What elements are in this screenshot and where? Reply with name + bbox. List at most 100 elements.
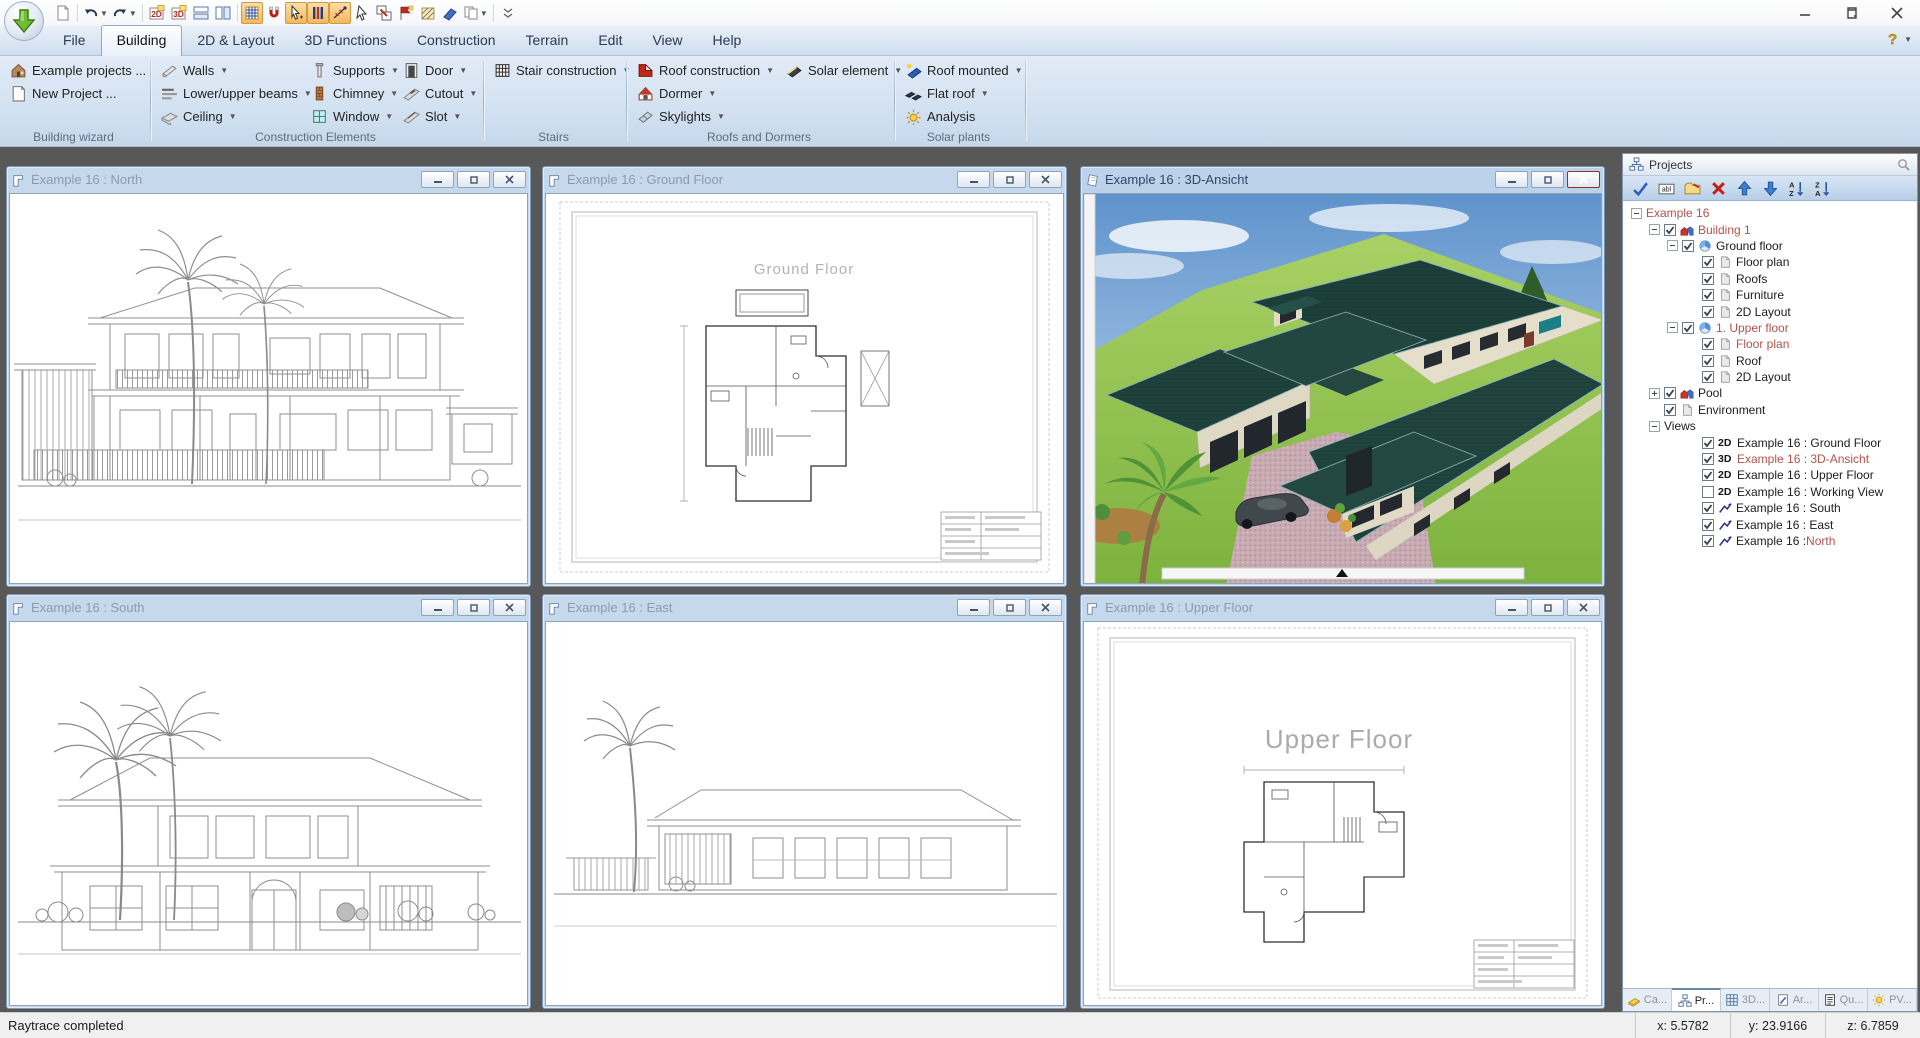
window-ground-floor-titlebar[interactable]: Example 16 : Ground Floor: [543, 167, 1066, 192]
tree-item-example-16-3d-ansicht[interactable]: 3DExample 16 : 3D-Ansicht: [1629, 451, 1916, 467]
ribbon-item-example-projects[interactable]: Example projects ...: [7, 59, 145, 82]
minimize-button[interactable]: [1495, 599, 1528, 616]
panel-tab-ca[interactable]: Ca...: [1623, 989, 1672, 1011]
copy-button[interactable]: ▼: [461, 2, 490, 24]
window-ground-floor[interactable]: Example 16 : Ground Floor Ground Floor: [542, 166, 1067, 587]
roof-slope-button[interactable]: [439, 2, 461, 24]
window-east-titlebar[interactable]: Example 16 : East: [543, 595, 1066, 620]
elevation-drawing-north[interactable]: [9, 193, 528, 584]
render-3d-view[interactable]: [1083, 193, 1602, 584]
snap-button[interactable]: [263, 2, 285, 24]
ribbon-item-skylights[interactable]: Skylights▼: [634, 105, 783, 128]
delete-button[interactable]: [1709, 179, 1727, 197]
tree-item-floor-plan[interactable]: Floor plan: [1629, 254, 1916, 270]
magnifier-icon[interactable]: [1896, 157, 1911, 172]
plan-sheet-ground-floor[interactable]: Ground Floor: [545, 193, 1064, 584]
window-upper-floor-titlebar[interactable]: Example 16 : Upper Floor: [1081, 595, 1604, 620]
minimize-button[interactable]: [1495, 171, 1528, 188]
checkbox[interactable]: [1664, 387, 1676, 399]
tree-item-furniture[interactable]: Furniture: [1629, 287, 1916, 303]
hatch-button[interactable]: [417, 2, 439, 24]
window-south-titlebar[interactable]: Example 16 : South: [7, 595, 530, 620]
checkbox[interactable]: [1682, 322, 1694, 334]
restore-button[interactable]: [457, 599, 490, 616]
toolbar-overflow-button[interactable]: [497, 2, 519, 24]
collapse-icon[interactable]: [1667, 322, 1678, 333]
tab-construction[interactable]: Construction: [402, 26, 511, 55]
checkbox[interactable]: [1664, 224, 1676, 236]
collapse-icon[interactable]: [1649, 224, 1660, 235]
restore-button[interactable]: [993, 599, 1026, 616]
tree-item-2d-layout[interactable]: 2D Layout: [1629, 303, 1916, 319]
checkbox[interactable]: [1702, 306, 1714, 318]
restore-button[interactable]: [993, 171, 1026, 188]
checkbox[interactable]: [1702, 486, 1714, 498]
2d-view-button[interactable]: 2D: [146, 2, 168, 24]
checkbox[interactable]: [1702, 289, 1714, 301]
ribbon-item-lower-upper-beams[interactable]: Lower/upper beams▼: [158, 82, 308, 105]
projects-panel-header[interactable]: Projects: [1623, 154, 1917, 176]
ribbon-item-cutout[interactable]: Cutout▼: [400, 82, 479, 105]
collapse-icon[interactable]: [1631, 208, 1642, 219]
ribbon-item-roof-mounted[interactable]: Roof mounted▼: [902, 59, 1024, 82]
select-button[interactable]: [285, 2, 307, 24]
ribbon-item-roof-construction[interactable]: Roof construction▼: [634, 59, 783, 82]
angle-snap-button[interactable]: [329, 2, 351, 24]
ribbon-item-dormer[interactable]: Dormer▼: [634, 82, 783, 105]
tree-item-example-16-working-view[interactable]: 2DExample 16 : Working View: [1629, 484, 1916, 500]
plan-sheet-upper-floor[interactable]: Upper Floor: [1083, 621, 1602, 1006]
tree-item-environment[interactable]: Environment: [1629, 402, 1916, 418]
tree-item-ground-floor[interactable]: Ground floor: [1629, 238, 1916, 254]
checkbox[interactable]: [1664, 404, 1676, 416]
tab-2d-layout[interactable]: 2D & Layout: [182, 26, 289, 55]
ribbon-item-flat-roof[interactable]: Flat roof▼: [902, 82, 1024, 105]
app-logo-button[interactable]: [4, 1, 44, 41]
edit-properties-button[interactable]: [1683, 179, 1701, 197]
minimize-button[interactable]: [421, 171, 454, 188]
tree-item-building-1[interactable]: Building 1: [1629, 221, 1916, 237]
pointer-button[interactable]: [351, 2, 373, 24]
restore-button[interactable]: [1531, 599, 1564, 616]
tree-item-roof[interactable]: Roof: [1629, 353, 1916, 369]
undo-button[interactable]: ▼: [81, 2, 110, 24]
window-3d-titlebar[interactable]: Example 16 : 3D-Ansicht: [1081, 167, 1604, 192]
tree-item-1-upper-floor[interactable]: 1. Upper floor: [1629, 320, 1916, 336]
checkbox[interactable]: [1702, 371, 1714, 383]
ribbon-item-solar-element[interactable]: Solar element▼: [783, 59, 895, 82]
panel-tab-3d[interactable]: 3D...: [1721, 989, 1770, 1011]
restore-button[interactable]: [1531, 171, 1564, 188]
tree-item-roofs[interactable]: Roofs: [1629, 271, 1916, 287]
checkbox[interactable]: [1702, 502, 1714, 514]
close-button[interactable]: [1567, 171, 1600, 188]
checkbox[interactable]: [1702, 535, 1714, 547]
elevation-drawing-east[interactable]: [545, 621, 1064, 1006]
ribbon-item-window[interactable]: Window▼: [308, 105, 400, 128]
collapse-icon[interactable]: [1667, 240, 1678, 251]
app-minimize-button[interactable]: [1782, 0, 1828, 26]
sort-z-a-button[interactable]: ZA: [1813, 179, 1831, 197]
checkbox[interactable]: [1702, 453, 1714, 465]
tab-building[interactable]: Building: [101, 25, 183, 56]
grid-button[interactable]: [241, 2, 263, 24]
window-south[interactable]: Example 16 : South: [6, 594, 531, 1009]
tree-item-example-16-east[interactable]: Example 16 : East: [1629, 516, 1916, 532]
tab-view[interactable]: View: [637, 26, 697, 55]
window-north-titlebar[interactable]: Example 16 : North: [7, 167, 530, 192]
sort-a-z-button[interactable]: AZ: [1787, 179, 1805, 197]
tab-file[interactable]: File: [48, 26, 101, 55]
move-up-button[interactable]: [1735, 179, 1753, 197]
flag-button[interactable]: [395, 2, 417, 24]
app-restore-button[interactable]: [1828, 0, 1874, 26]
apply-button[interactable]: [1631, 179, 1649, 197]
tree-item-2d-layout[interactable]: 2D Layout: [1629, 369, 1916, 385]
panel-tab-ar[interactable]: Ar...: [1770, 989, 1819, 1011]
tree-item-views[interactable]: Views: [1629, 418, 1916, 434]
window-3d-ansicht[interactable]: Example 16 : 3D-Ansicht: [1080, 166, 1605, 587]
ribbon-item-chimney[interactable]: Chimney▼: [308, 82, 400, 105]
rename-button[interactable]: abl: [1657, 179, 1675, 197]
panel-tab-pr[interactable]: Pr...: [1672, 988, 1721, 1011]
tree-item-example-16[interactable]: Example 16: [1629, 205, 1916, 221]
tab-terrain[interactable]: Terrain: [511, 26, 584, 55]
ribbon-item-ceiling[interactable]: Ceiling▼: [158, 105, 308, 128]
checkbox[interactable]: [1702, 469, 1714, 481]
